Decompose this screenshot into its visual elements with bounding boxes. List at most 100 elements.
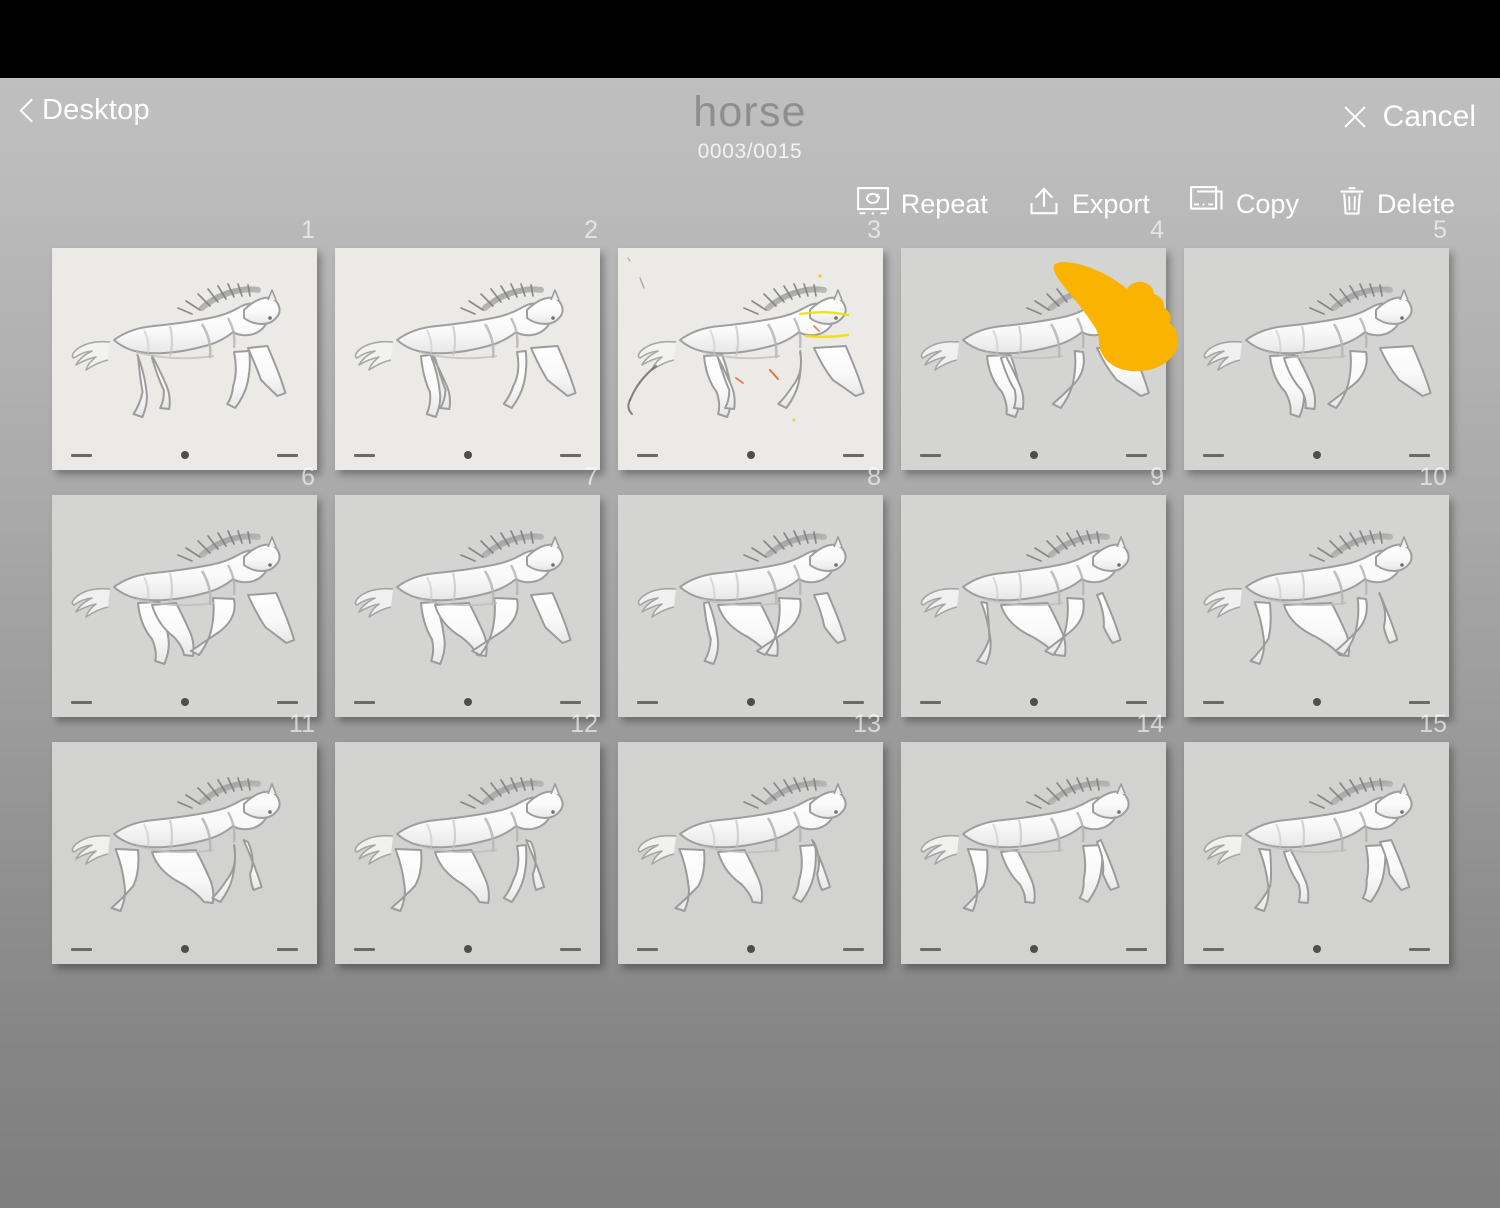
- cancel-button[interactable]: Cancel: [1341, 100, 1476, 134]
- frame-cell: 2: [335, 218, 600, 470]
- frame-cell: 6: [52, 465, 317, 717]
- frame-mark-right: [560, 701, 581, 704]
- back-button[interactable]: Desktop: [20, 94, 150, 127]
- frame-mark-right: [277, 454, 298, 457]
- frame-counter: 0003/0015: [697, 140, 803, 163]
- frame-mark-left: [71, 948, 92, 951]
- back-button-label: Desktop: [42, 94, 150, 126]
- frame-mark-left: [1203, 454, 1224, 457]
- frame-marks: [335, 451, 600, 461]
- frame-mark-left: [354, 948, 375, 951]
- frame-marks: [901, 945, 1166, 955]
- frame-mark-center: [1312, 945, 1321, 953]
- frame-number: 11: [289, 710, 315, 738]
- frame-marks: [618, 451, 883, 461]
- frame-marks: [618, 945, 883, 955]
- frame-number: 5: [1433, 216, 1447, 244]
- frame-mark-center: [463, 945, 472, 953]
- frame-thumbnail[interactable]: [618, 248, 883, 470]
- copy-button[interactable]: Copy: [1170, 180, 1319, 229]
- frame-mark-center: [180, 698, 189, 706]
- frame-marks: [1184, 451, 1449, 461]
- frame-mark-left: [354, 701, 375, 704]
- delete-button[interactable]: Delete: [1319, 180, 1475, 229]
- frame-number: 13: [853, 710, 881, 738]
- frame-mark-center: [180, 945, 189, 953]
- repeat-button[interactable]: Repeat: [837, 181, 1008, 228]
- frame-mark-center: [1029, 451, 1038, 459]
- frame-thumbnail[interactable]: [1184, 495, 1449, 717]
- frame-number: 14: [1136, 710, 1164, 738]
- frame-number: 6: [301, 463, 315, 491]
- close-x-icon: [1341, 103, 1369, 131]
- frame-mark-left: [920, 701, 941, 704]
- frame-mark-right: [1126, 948, 1147, 951]
- frame-mark-left: [1203, 948, 1224, 951]
- frame-cell: 11: [52, 712, 317, 964]
- frame-marks: [335, 945, 600, 955]
- frame-number: 10: [1419, 463, 1447, 491]
- title-block: horse 0003/0015: [0, 91, 1500, 164]
- page-title: horse: [693, 88, 807, 136]
- frame-marks: [52, 451, 317, 461]
- frame-mark-right: [843, 948, 864, 951]
- frame-thumbnail[interactable]: [52, 742, 317, 964]
- trash-icon: [1339, 186, 1365, 223]
- frame-mark-left: [920, 948, 941, 951]
- frame-thumbnail[interactable]: [901, 495, 1166, 717]
- frame-thumbnail[interactable]: [618, 742, 883, 964]
- status-bar: [0, 0, 1500, 78]
- frame-mark-center: [746, 451, 755, 459]
- export-button[interactable]: Export: [1008, 180, 1170, 229]
- frame-thumbnail[interactable]: [1184, 742, 1449, 964]
- frame-cell: 14: [901, 712, 1166, 964]
- frame-thumbnail[interactable]: [901, 248, 1166, 470]
- frame-thumbnail[interactable]: [901, 742, 1166, 964]
- frame-thumbnail[interactable]: [335, 495, 600, 717]
- frame-mark-left: [920, 454, 941, 457]
- frame-mark-right: [1409, 701, 1430, 704]
- copy-frames-icon: [1189, 186, 1224, 223]
- frame-mark-left: [637, 454, 658, 457]
- frame-cell: 13: [618, 712, 883, 964]
- frame-mark-left: [637, 948, 658, 951]
- frame-thumbnail[interactable]: [52, 495, 317, 717]
- frame-mark-right: [1126, 701, 1147, 704]
- frame-mark-left: [71, 701, 92, 704]
- frame-number: 7: [584, 463, 598, 491]
- frame-mark-left: [637, 701, 658, 704]
- frame-mark-center: [180, 451, 189, 459]
- frame-number: 12: [570, 710, 598, 738]
- export-button-label: Export: [1071, 189, 1150, 219]
- frame-mark-right: [277, 701, 298, 704]
- frame-number: 9: [1150, 463, 1164, 491]
- frame-mark-left: [1203, 701, 1224, 704]
- frame-marks: [618, 698, 883, 708]
- frame-number: 3: [867, 216, 881, 244]
- frame-marks: [335, 698, 600, 708]
- frame-thumbnail[interactable]: [1184, 248, 1449, 470]
- frame-thumbnail[interactable]: [335, 248, 600, 470]
- copy-button-label: Copy: [1235, 189, 1299, 219]
- frame-cell: 3: [618, 218, 883, 470]
- frame-grid: 1 2 3 4 5 6 7 8 9 10 11 12 13 14 15: [52, 218, 1452, 964]
- frame-mark-center: [1029, 698, 1038, 706]
- frame-number: 2: [584, 216, 598, 244]
- stage-background: Desktop horse 0003/0015 Cancel Repeat Ex…: [0, 78, 1500, 1208]
- frame-mark-left: [354, 454, 375, 457]
- frame-cell: 1: [52, 218, 317, 470]
- navigation-bar: Desktop horse 0003/0015 Cancel: [0, 78, 1500, 178]
- frame-thumbnail[interactable]: [618, 495, 883, 717]
- app-window: Desktop horse 0003/0015 Cancel Repeat Ex…: [0, 0, 1500, 1208]
- frame-thumbnail[interactable]: [52, 248, 317, 470]
- frame-cell: 15: [1184, 712, 1449, 964]
- frame-mark-right: [1409, 454, 1430, 457]
- frame-thumbnail[interactable]: [335, 742, 600, 964]
- frame-cell: 5: [1184, 218, 1449, 470]
- frame-mark-center: [1312, 451, 1321, 459]
- frame-mark-left: [71, 454, 92, 457]
- frame-mark-center: [463, 698, 472, 706]
- frame-mark-center: [746, 945, 755, 953]
- frame-marks: [52, 698, 317, 708]
- frame-mark-center: [1029, 945, 1038, 953]
